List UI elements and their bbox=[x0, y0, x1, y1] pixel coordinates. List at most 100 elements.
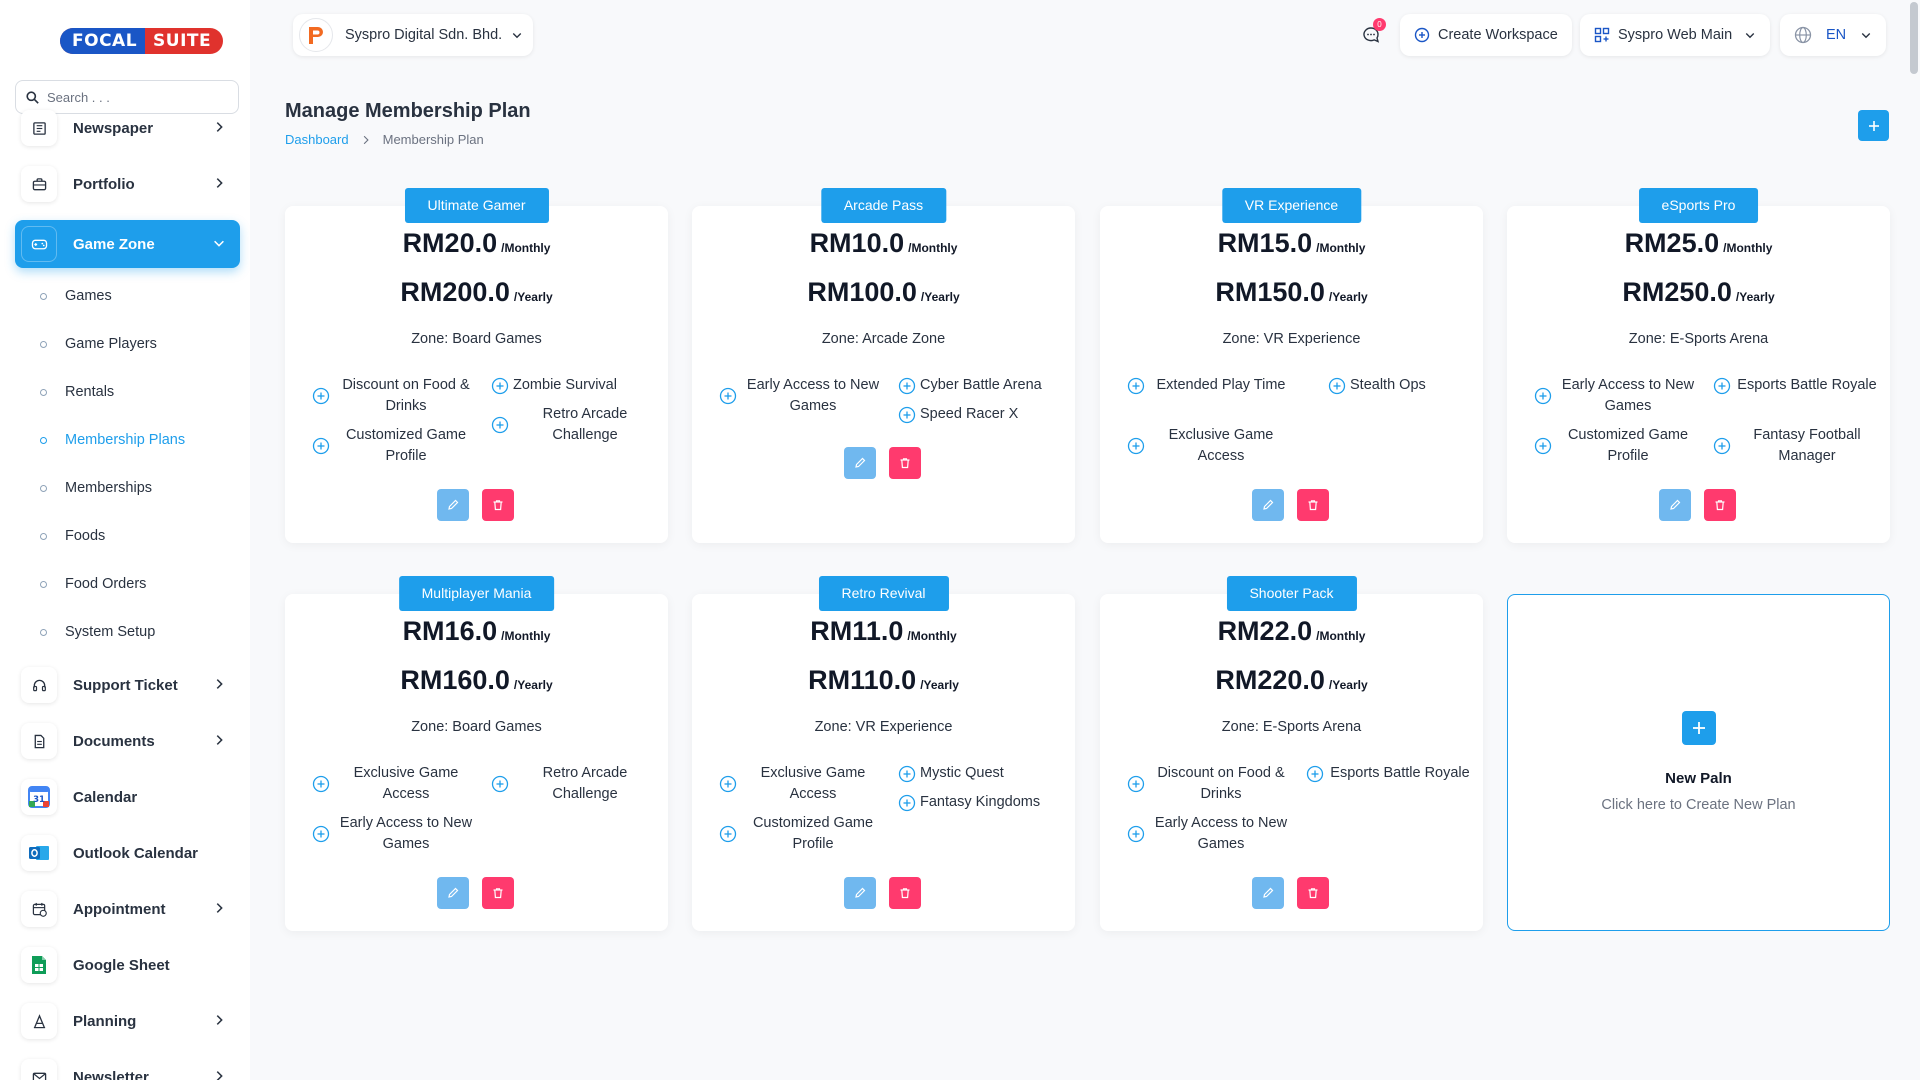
subitem-label: Membership Plans bbox=[65, 432, 186, 448]
delete-button[interactable] bbox=[1297, 489, 1329, 521]
price-period: /Monthly bbox=[907, 629, 957, 643]
sidebar-item-outlook-calendar[interactable]: Outlook Calendar bbox=[15, 829, 240, 877]
feature-label: Customized Game Profile bbox=[345, 427, 467, 464]
chevron-down-icon bbox=[512, 33, 522, 39]
notification-badge: 0 bbox=[1373, 18, 1386, 31]
sidebar-subitem-rentals[interactable]: Rentals bbox=[40, 381, 114, 403]
price-amount: RM11.0 bbox=[810, 616, 904, 646]
trash-icon bbox=[493, 500, 503, 511]
sidebar-subitem-foods[interactable]: Foods bbox=[40, 525, 105, 547]
yearly-price: RM200.0/Yearly bbox=[285, 277, 668, 308]
feature-label: Extended Play Time bbox=[1156, 377, 1286, 393]
edit-button[interactable] bbox=[1252, 489, 1284, 521]
feature-label: Exclusive Game Access bbox=[760, 765, 866, 802]
sidebar-item-game-zone[interactable]: Game Zone bbox=[15, 220, 240, 268]
company-logo-icon bbox=[299, 18, 333, 52]
sidebar-item-appointment[interactable]: Appointment bbox=[15, 885, 240, 933]
add-plan-button[interactable] bbox=[1858, 110, 1889, 141]
sidebar-item-support-ticket[interactable]: Support Ticket bbox=[15, 661, 240, 709]
price-amount: RM22.0 bbox=[1217, 616, 1313, 646]
chevron-down-icon bbox=[1745, 33, 1755, 39]
language-code: EN bbox=[1826, 27, 1847, 43]
create-workspace-label: Create Workspace bbox=[1438, 27, 1558, 43]
bullet-icon bbox=[40, 436, 47, 444]
workspace-selector[interactable]: Syspro Web Main bbox=[1580, 14, 1771, 56]
sidebar-item-planning[interactable]: Planning bbox=[15, 997, 240, 1045]
edit-button[interactable] bbox=[437, 489, 469, 521]
sidebar-item-google-sheet[interactable]: Google Sheet bbox=[15, 941, 240, 989]
sidebar-subitem-game-players[interactable]: Game Players bbox=[40, 333, 157, 355]
pencil-icon bbox=[448, 887, 459, 898]
sidebar-subitem-system-setup[interactable]: System Setup bbox=[40, 621, 155, 643]
trash-icon bbox=[900, 458, 910, 469]
feature-label: Speed Racer X bbox=[920, 406, 1019, 422]
feature-label: Retro Arcade Challenge bbox=[542, 406, 628, 443]
sidebar-item-newspaper[interactable]: Newspaper bbox=[15, 104, 240, 152]
edit-button[interactable] bbox=[844, 447, 876, 479]
sidebar-item-portfolio[interactable]: Portfolio bbox=[15, 160, 240, 208]
feature-item: Discount on Food & Drinks bbox=[1127, 763, 1297, 805]
plus-circle-icon bbox=[1127, 377, 1145, 394]
plus-circle-icon bbox=[312, 437, 330, 455]
feature-item: Exclusive Game Access bbox=[1127, 425, 1297, 467]
feature-label: Early Access to New Games bbox=[339, 815, 473, 852]
plan-card: Ultimate Gamer RM20.0/Monthly RM200.0/Ye… bbox=[285, 188, 668, 543]
new-plan-plus-button[interactable] bbox=[1682, 711, 1716, 745]
create-workspace-button[interactable]: Create Workspace bbox=[1400, 14, 1572, 56]
sidebar-subitem-games[interactable]: Games bbox=[40, 285, 112, 307]
feature-label: Cyber Battle Arena bbox=[920, 377, 1042, 393]
feature-item: Retro Arcade Challenge bbox=[491, 763, 661, 805]
delete-button[interactable] bbox=[482, 489, 514, 521]
price-amount: RM150.0 bbox=[1215, 277, 1325, 307]
bullet-icon bbox=[40, 532, 47, 540]
plus-circle-icon bbox=[1127, 775, 1145, 793]
sidebar-subitem-memberships[interactable]: Memberships bbox=[40, 477, 152, 499]
edit-button[interactable] bbox=[844, 877, 876, 909]
google-sheets-icon bbox=[21, 947, 57, 983]
sidebar-item-documents[interactable]: Documents bbox=[15, 717, 240, 765]
focal-suite-logo[interactable]: FOCAL SUITE bbox=[60, 28, 224, 54]
delete-button[interactable] bbox=[889, 447, 921, 479]
edit-button[interactable] bbox=[1252, 877, 1284, 909]
feature-item: Early Access to New Games bbox=[1127, 813, 1297, 855]
subitem-label: Games bbox=[65, 288, 112, 304]
plan-name: VR Experience bbox=[1221, 188, 1362, 223]
sidebar-item-calendar[interactable]: 31 Calendar bbox=[15, 773, 240, 821]
page-scrollbar[interactable] bbox=[1910, 2, 1918, 74]
trash-icon bbox=[1308, 500, 1318, 511]
edit-button[interactable] bbox=[437, 877, 469, 909]
delete-button[interactable] bbox=[482, 877, 514, 909]
delete-button[interactable] bbox=[889, 877, 921, 909]
company-selector[interactable]: Syspro Digital Sdn. Bhd. bbox=[293, 14, 533, 56]
subitem-label: Foods bbox=[65, 528, 106, 544]
price-period: /Yearly bbox=[920, 678, 959, 692]
feature-item: Esports Battle Royale bbox=[1713, 375, 1883, 396]
edit-button[interactable] bbox=[1659, 489, 1691, 521]
trash-icon bbox=[1715, 500, 1725, 511]
workspace-name: Syspro Web Main bbox=[1618, 27, 1733, 43]
feature-label: Esports Battle Royale bbox=[1330, 765, 1470, 781]
delete-button[interactable] bbox=[1704, 489, 1736, 521]
new-plan-card[interactable]: New Paln Click here to Create New Plan bbox=[1507, 594, 1890, 931]
search-input[interactable] bbox=[47, 89, 227, 105]
sidebar-item-label: Newspaper bbox=[73, 119, 154, 137]
plan-name: Multiplayer Mania bbox=[398, 576, 555, 611]
feature-item: Customized Game Profile bbox=[312, 425, 482, 467]
sidebar-item-newsletter[interactable]: Newsletter bbox=[15, 1053, 240, 1080]
delete-button[interactable] bbox=[1297, 877, 1329, 909]
feature-label: Exclusive Game Access bbox=[353, 765, 459, 802]
plan-zone: Zone: E-Sports Arena bbox=[1221, 719, 1362, 735]
notifications-button[interactable]: 0 bbox=[1355, 14, 1387, 56]
sidebar-item-label: Game Zone bbox=[73, 235, 155, 253]
breadcrumb-dashboard-link[interactable]: Dashboard bbox=[285, 132, 349, 147]
gamepad-icon bbox=[21, 226, 57, 262]
language-selector[interactable]: EN bbox=[1780, 14, 1887, 56]
monthly-price: RM25.0/Monthly bbox=[1507, 228, 1890, 259]
sidebar-item-label: Documents bbox=[73, 732, 155, 750]
sidebar-subitem-food-orders[interactable]: Food Orders bbox=[40, 573, 146, 595]
price-period: /Yearly bbox=[513, 678, 553, 692]
feature-item: Extended Play Time bbox=[1127, 375, 1297, 396]
monthly-price: RM11.0/Monthly bbox=[692, 616, 1075, 647]
trash-icon bbox=[900, 888, 910, 899]
sidebar-subitem-membership-plans[interactable]: Membership Plans bbox=[40, 429, 185, 451]
